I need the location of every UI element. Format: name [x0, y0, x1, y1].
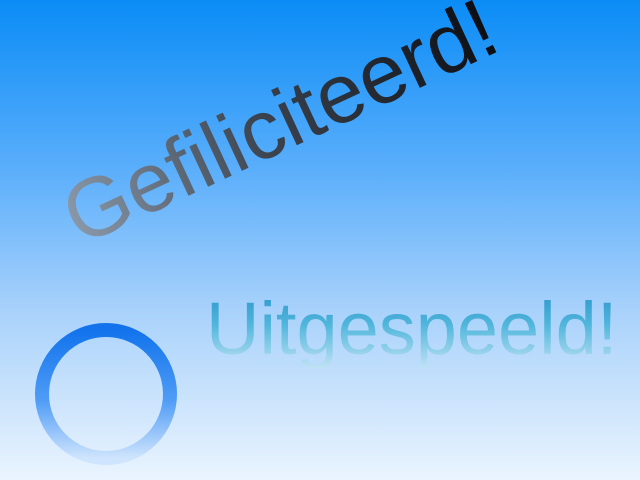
congratulations-text: Gefiliciteerd!	[48, 0, 511, 263]
game-finished-text: Uitgespeeld!	[206, 287, 618, 370]
end-screen: Gefiliciteerd! Uitgespeeld!	[0, 0, 640, 480]
ring-icon	[35, 323, 177, 465]
